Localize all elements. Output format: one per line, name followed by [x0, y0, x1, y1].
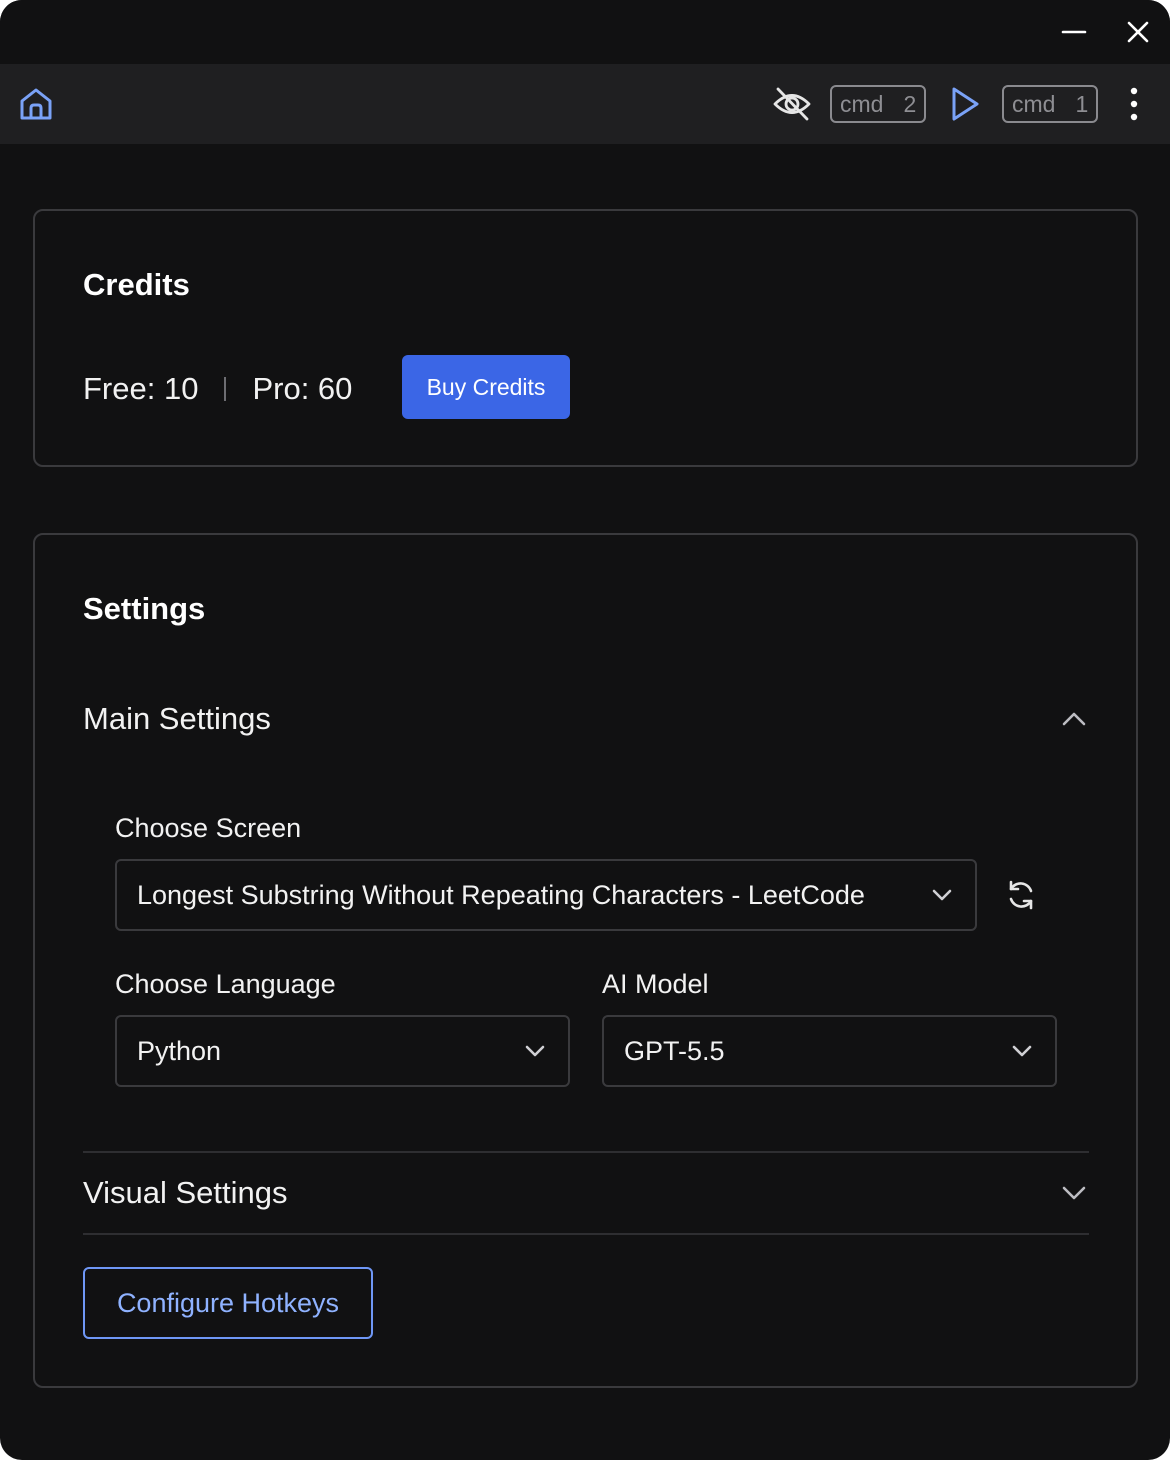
shortcut-modifier: cmd [840, 90, 884, 117]
title-bar [0, 0, 1170, 64]
credit-balance: Free: 10 Pro: 60 [83, 371, 352, 407]
run-shortcut-badge: cmd 1 [1002, 85, 1098, 123]
credits-title: Credits [83, 267, 190, 302]
close-icon [1127, 21, 1149, 43]
chevron-down-icon [1062, 1186, 1086, 1200]
more-vertical-icon [1130, 87, 1138, 121]
shortcut-key: 1 [1075, 90, 1089, 117]
chevron-down-icon [525, 1045, 545, 1057]
choose-language-label: Choose Language [115, 969, 336, 999]
chevron-down-icon [1012, 1045, 1032, 1057]
minus-icon [1061, 30, 1087, 34]
credit-separator [224, 377, 227, 401]
choose-language-value: Python [137, 1035, 222, 1066]
choose-screen-value: Longest Substring Without Repeating Char… [137, 879, 865, 910]
more-options-button[interactable] [1112, 82, 1156, 126]
buy-credits-button[interactable]: Buy Credits [402, 355, 570, 419]
refresh-screens-button[interactable] [999, 873, 1043, 917]
main-settings-header[interactable]: Main Settings [83, 689, 1089, 749]
visual-settings-header[interactable]: Visual Settings [83, 1163, 1089, 1223]
home-icon [20, 88, 52, 120]
chevron-up-icon [1062, 712, 1086, 726]
choose-screen-label: Choose Screen [115, 813, 302, 843]
shortcut-modifier: cmd [1012, 90, 1056, 117]
app-window: cmd 2 cmd 1 Credits Free: 10 Pro: 60 Buy… [0, 0, 1170, 1460]
ai-model-select[interactable]: GPT-5.5 [602, 1015, 1057, 1087]
home-button[interactable] [14, 82, 58, 126]
section-divider [83, 1151, 1089, 1153]
refresh-icon [1009, 880, 1033, 910]
credits-card: Credits Free: 10 Pro: 60 Buy Credits [33, 209, 1138, 467]
hide-shortcut-badge: cmd 2 [830, 85, 926, 123]
main-settings-label: Main Settings [83, 701, 271, 736]
settings-title: Settings [83, 591, 206, 626]
free-credits: Free: 10 [83, 371, 199, 406]
pro-credits: Pro: 60 [252, 371, 353, 406]
ai-model-label: AI Model [602, 969, 709, 999]
chevron-down-icon [932, 889, 952, 901]
shortcut-key: 2 [903, 90, 917, 117]
play-icon [952, 87, 979, 121]
section-divider [83, 1233, 1089, 1235]
toolbar: cmd 2 cmd 1 [0, 64, 1170, 144]
close-button[interactable] [1120, 14, 1156, 50]
eye-off-icon [773, 87, 811, 121]
visual-settings-label: Visual Settings [83, 1175, 288, 1210]
run-button[interactable] [942, 82, 986, 126]
ai-model-value: GPT-5.5 [624, 1035, 725, 1066]
configure-hotkeys-button[interactable]: Configure Hotkeys [83, 1267, 373, 1339]
choose-language-select[interactable]: Python [115, 1015, 570, 1087]
minimize-button[interactable] [1056, 14, 1092, 50]
settings-card: Settings Main Settings Choose Screen Lon… [33, 533, 1138, 1388]
hide-toggle-button[interactable] [770, 82, 814, 126]
choose-screen-select[interactable]: Longest Substring Without Repeating Char… [115, 859, 977, 931]
